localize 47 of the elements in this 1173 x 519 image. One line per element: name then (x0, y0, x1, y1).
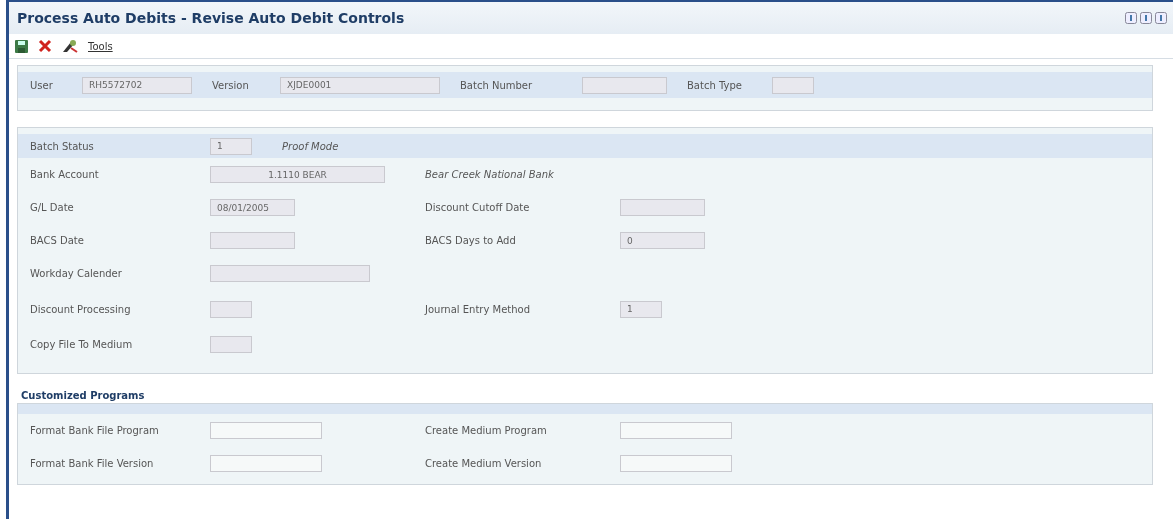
field-label: Batch Type (687, 79, 742, 91)
input-field[interactable]: 0 (620, 232, 705, 249)
window-icon[interactable] (1155, 12, 1167, 24)
section-heading: Customized Programs (20, 390, 146, 403)
status-description: Proof Mode (282, 140, 339, 152)
window-icon[interactable] (1140, 12, 1152, 24)
input-field[interactable]: 1.1110 BEAR (210, 166, 385, 183)
field-label: Discount Cutoff Date (425, 202, 531, 213)
field-label: Create Medium Program (425, 425, 548, 436)
tools-link[interactable]: Tools (88, 40, 113, 52)
field-label: Batch Status (30, 140, 95, 152)
close-icon[interactable] (38, 39, 52, 53)
input-field[interactable] (210, 300, 252, 318)
field-label: Discount Processing (30, 303, 132, 315)
input-field[interactable]: 1 (620, 300, 662, 318)
bank-name: Bear Creek National Bank (425, 169, 554, 180)
input-field[interactable] (210, 455, 322, 472)
input-field[interactable]: 08/01/2005 (210, 199, 295, 216)
field-label: Version (212, 79, 250, 91)
field-label: Format Bank File Program (30, 425, 160, 436)
input-field[interactable] (210, 336, 252, 353)
field-label: Workday Calender (30, 268, 123, 279)
field-label: Create Medium Version (425, 458, 543, 469)
window-title: Process Auto Debits - Revise Auto Debit Controls (17, 10, 405, 26)
input-field[interactable] (620, 455, 732, 472)
field-label: G/L Date (30, 202, 75, 213)
field-label: Journal Entry Method (425, 303, 532, 315)
field-label: Copy File To Medium (30, 339, 134, 350)
input-field[interactable]: XJDE0001 (280, 76, 440, 94)
field-label: User (30, 79, 54, 91)
save-icon[interactable] (15, 39, 28, 53)
field-label: Batch Number (460, 79, 534, 91)
input-field[interactable]: 1 (210, 137, 252, 155)
input-field[interactable] (771, 76, 814, 94)
field-label: Format Bank File Version (30, 458, 155, 469)
input-field[interactable] (210, 265, 370, 282)
field-label: Bank Account (30, 169, 100, 180)
input-field[interactable] (620, 199, 705, 216)
window-icon[interactable] (1125, 12, 1137, 24)
input-field[interactable] (210, 422, 322, 439)
input-field[interactable] (620, 422, 732, 439)
field-label: BACS Days to Add (425, 235, 517, 246)
input-field[interactable] (210, 232, 295, 249)
input-field[interactable] (582, 76, 667, 94)
input-field[interactable]: RH5572702 (82, 76, 192, 94)
tools-icon[interactable] (62, 39, 78, 53)
field-label: BACS Date (30, 235, 85, 246)
